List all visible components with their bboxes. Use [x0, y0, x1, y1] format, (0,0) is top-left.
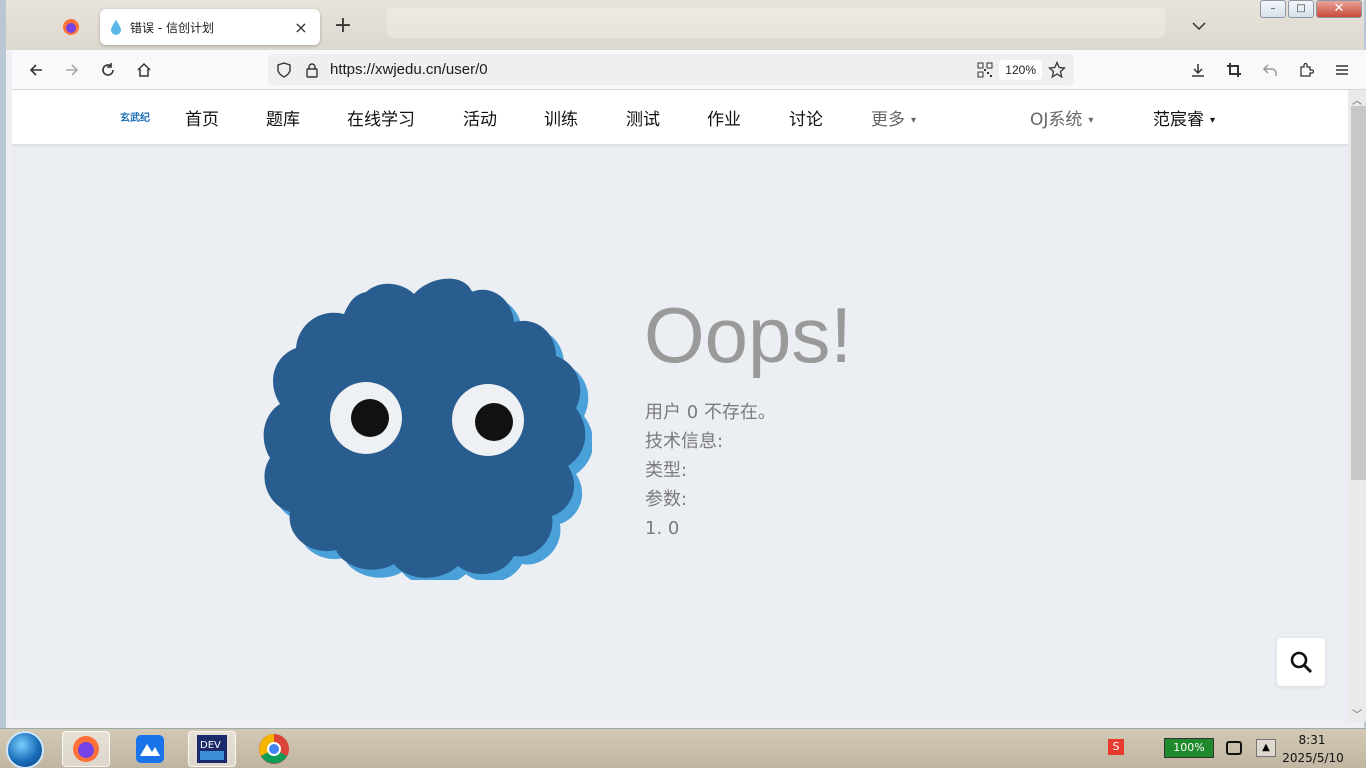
error-message: 用户 0 不存在。	[645, 402, 776, 423]
download-icon	[1192, 64, 1204, 77]
taskbar-chrome[interactable]	[250, 731, 298, 767]
clock-date[interactable]: 2025/5/10	[1278, 751, 1348, 765]
browser-toolbar: https://xwjedu.cn/user/0 120%	[12, 50, 1366, 90]
site-navbar: 玄武纪 首页 题库 在线学习 活动 训练 测试 作业 讨论 更多 ▾ OJ系统 ▾ …	[12, 90, 1348, 144]
search-icon	[1290, 651, 1313, 674]
nav-oj-system[interactable]: OJ系统 ▾	[1030, 105, 1093, 130]
screenshot-button[interactable]	[1216, 52, 1252, 88]
clock-time[interactable]: 8:31	[1284, 733, 1340, 747]
param-value: 1. 0	[645, 518, 680, 539]
nav-problems[interactable]: 题库	[266, 105, 300, 130]
back-button[interactable]	[18, 52, 54, 88]
ime-icon[interactable]: S	[1108, 739, 1124, 755]
tab-close-button[interactable]: ×	[292, 18, 310, 37]
taskbar: DEV S 100% ▲ 8:31 2025/5/10	[0, 728, 1366, 768]
chevron-down-icon: ▾	[1088, 114, 1094, 126]
battery-indicator[interactable]: 100%	[1164, 738, 1214, 758]
svg-text:DEV: DEV	[200, 740, 221, 751]
nav-tests[interactable]: 测试	[626, 105, 660, 130]
extensions-button[interactable]	[1288, 52, 1324, 88]
firefox-icon	[63, 19, 79, 35]
type-label: 类型:	[645, 460, 688, 481]
firefox-icon	[73, 736, 99, 762]
arrow-right-icon	[66, 63, 79, 76]
arrow-left-icon	[29, 63, 42, 76]
shield-icon[interactable]	[276, 61, 292, 78]
url-text[interactable]: https://xwjedu.cn/user/0	[330, 61, 977, 78]
new-tab-button[interactable]: +	[330, 14, 356, 40]
taskbar-firefox[interactable]	[62, 731, 110, 767]
firefox-pinned-tab[interactable]	[56, 12, 86, 42]
chrome-icon	[259, 734, 289, 764]
tab-title: 错误 - 信创计划	[130, 20, 214, 35]
page-content: 玄武纪 首页 题库 在线学习 活动 训练 测试 作业 讨论 更多 ▾ OJ系统 ▾ …	[12, 90, 1348, 722]
reload-button[interactable]	[90, 52, 126, 88]
list-all-tabs-button[interactable]	[1192, 16, 1216, 36]
chevron-down-icon	[1192, 22, 1206, 31]
puzzle-icon	[1300, 62, 1314, 77]
nav-activities[interactable]: 活动	[463, 105, 497, 130]
nav-oj-label: OJ系统	[1030, 110, 1083, 130]
scroll-down-arrow[interactable]: ﹀	[1352, 706, 1362, 721]
home-icon	[137, 62, 151, 77]
undo-icon	[1262, 64, 1277, 76]
background-tabs[interactable]	[386, 8, 1166, 38]
tab-bar: 错误 - 信创计划 × + – □ ✕	[6, 0, 1364, 50]
nav-training[interactable]: 训练	[544, 105, 578, 130]
error-title: Oops!	[644, 291, 853, 379]
active-tab[interactable]: 错误 - 信创计划 ×	[100, 9, 320, 45]
undo-button[interactable]	[1252, 52, 1288, 88]
browser-window: 错误 - 信创计划 × + – □ ✕ https://xwjedu.cn/us…	[0, 0, 1366, 728]
nav-home[interactable]: 首页	[185, 105, 219, 130]
close-window-button[interactable]: ✕	[1316, 0, 1362, 18]
chevron-down-icon: ▾	[911, 114, 917, 126]
params-label: 参数:	[645, 489, 688, 510]
chevron-down-icon: ▾	[1210, 114, 1216, 126]
nav-more-label: 更多	[871, 110, 905, 130]
minimize-button[interactable]: –	[1260, 0, 1286, 18]
error-details: 用户 0 不存在。 技术信息: 类型: 参数: 1. 0	[645, 398, 776, 543]
toolbar-right	[1180, 52, 1360, 88]
nav-user-label: 范宸睿	[1153, 110, 1204, 130]
window-controls: – □ ✕	[1258, 0, 1362, 18]
error-blob-illustration	[263, 278, 592, 580]
nav-user-menu[interactable]: 范宸睿 ▾	[1153, 105, 1215, 130]
taskbar-devcpp[interactable]: DEV	[188, 731, 236, 767]
taskbar-app-blue[interactable]	[126, 731, 174, 767]
search-button[interactable]	[1277, 638, 1325, 686]
zoom-level[interactable]: 120%	[999, 59, 1042, 80]
scrollbar-thumb[interactable]	[1351, 106, 1366, 480]
nav-discussion[interactable]: 讨论	[789, 105, 823, 130]
crop-icon	[1227, 63, 1241, 77]
lock-icon[interactable]	[304, 62, 320, 78]
water-drop-icon	[111, 20, 121, 35]
show-hidden-icons-button[interactable]: ▲	[1256, 739, 1276, 757]
qr-code-icon[interactable]	[977, 62, 993, 78]
hamburger-icon	[1336, 65, 1348, 75]
downloads-button[interactable]	[1180, 52, 1216, 88]
site-logo[interactable]: 玄武纪	[120, 109, 150, 124]
maximize-button[interactable]: □	[1288, 0, 1314, 18]
menu-button[interactable]	[1324, 52, 1360, 88]
forward-button[interactable]	[54, 52, 90, 88]
home-button[interactable]	[126, 52, 162, 88]
app-icon	[136, 735, 164, 763]
scroll-up-arrow[interactable]: ︿	[1352, 92, 1362, 107]
nav-homework[interactable]: 作业	[707, 105, 741, 130]
reload-icon	[102, 62, 114, 76]
address-bar[interactable]: https://xwjedu.cn/user/0 120%	[268, 54, 1074, 85]
start-button[interactable]	[6, 731, 44, 768]
devcpp-icon: DEV	[197, 735, 227, 763]
tech-info-label: 技术信息:	[645, 431, 724, 452]
star-icon[interactable]	[1048, 60, 1066, 79]
nav-online-learning[interactable]: 在线学习	[347, 105, 415, 130]
nav-more[interactable]: 更多 ▾	[871, 105, 916, 130]
power-icon[interactable]	[1226, 741, 1242, 755]
